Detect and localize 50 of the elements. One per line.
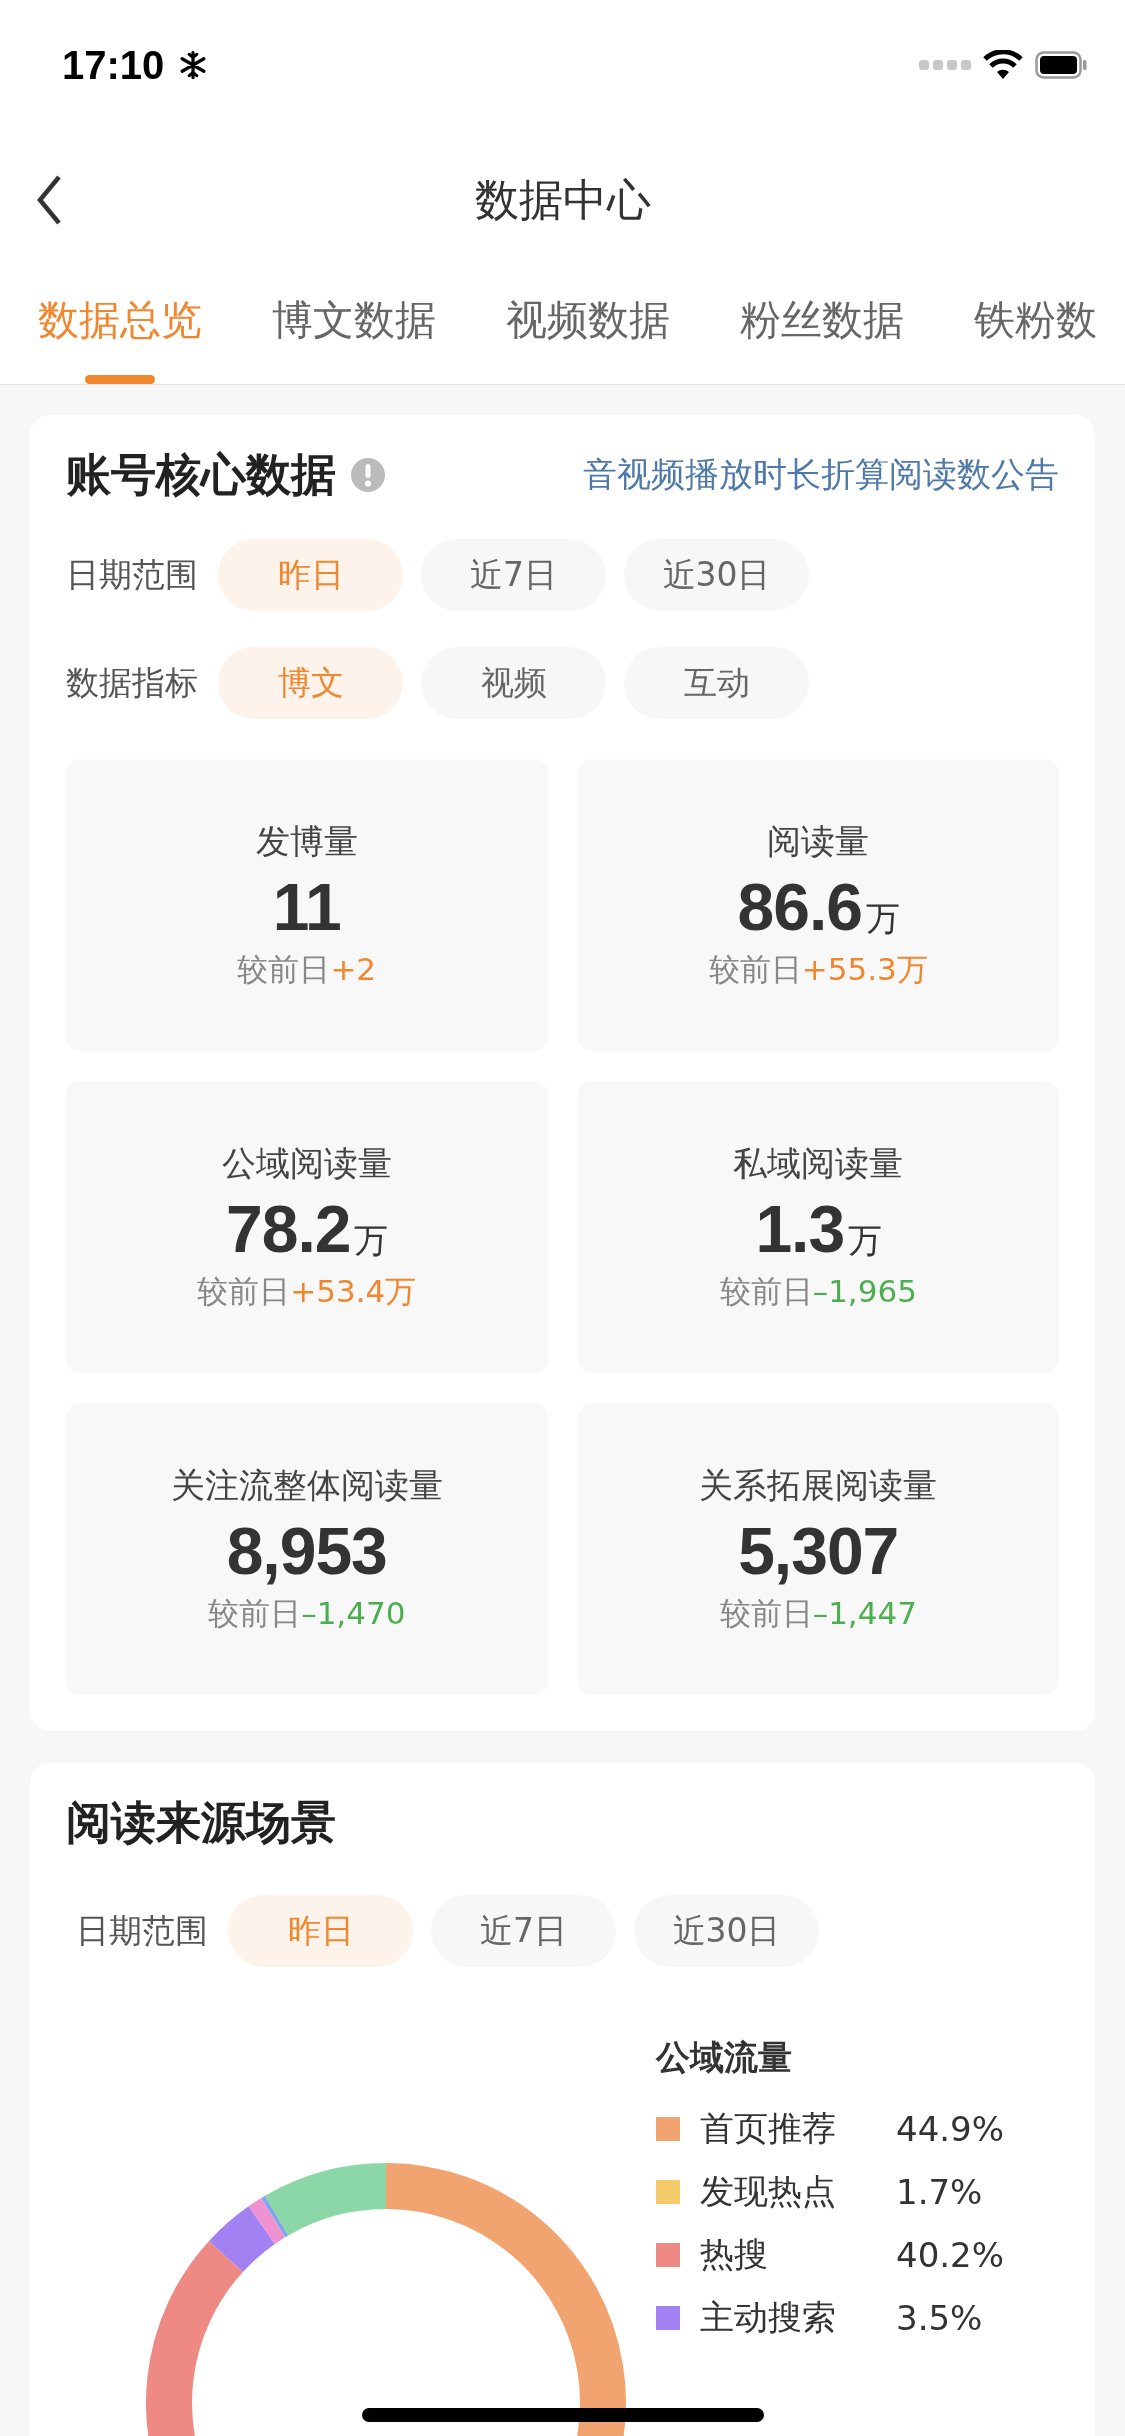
legend-value: 1.7% bbox=[896, 2171, 983, 2212]
metric-value: 78.2万 bbox=[226, 1191, 388, 1267]
filter-label: 数据指标 bbox=[66, 661, 198, 704]
filter-chip[interactable]: 互动 bbox=[624, 647, 809, 719]
legend-value: 3.5% bbox=[896, 2297, 983, 2338]
metric-value: 86.6万 bbox=[737, 869, 899, 945]
filter-chip[interactable]: 近30日 bbox=[634, 1895, 819, 1967]
tab[interactable]: 铁粉数 bbox=[974, 270, 1097, 384]
status-time: 17:10 bbox=[62, 42, 165, 88]
metric-change: 较前日+53.4万 bbox=[197, 1272, 417, 1311]
metric-change: 较前日–1,965 bbox=[719, 1272, 917, 1311]
filter-chip[interactable]: 视频 bbox=[421, 647, 606, 719]
wifi-icon bbox=[983, 50, 1023, 80]
metric-value: 11 bbox=[272, 869, 341, 945]
metric-label: 私域阅读量 bbox=[733, 1142, 904, 1185]
metric-label: 公域阅读量 bbox=[221, 1142, 392, 1185]
metric-change: 较前日+2 bbox=[237, 950, 377, 989]
legend-label: 首页推荐 bbox=[700, 2106, 837, 2150]
metric-label: 关注流整体阅读量 bbox=[170, 1464, 443, 1507]
notice-link[interactable]: 音视频播放时长折算阅读数公告 bbox=[583, 452, 1059, 498]
tab[interactable]: 博文数据 bbox=[272, 270, 436, 384]
metric-label: 关系拓展阅读量 bbox=[699, 1464, 938, 1507]
back-chevron-icon bbox=[36, 174, 62, 226]
tab[interactable]: 粉丝数据 bbox=[740, 270, 904, 384]
metric-change: 较前日–1,447 bbox=[719, 1594, 917, 1633]
legend-label: 主动搜索 bbox=[700, 2295, 837, 2339]
legend-title: 公域流量 bbox=[656, 2036, 793, 2079]
metric-value: 8,953 bbox=[226, 1513, 387, 1589]
filter-chip[interactable]: 近30日 bbox=[624, 539, 809, 611]
metric-value: 1.3万 bbox=[755, 1191, 882, 1267]
battery-icon bbox=[1035, 51, 1087, 79]
filter-label: 日期范围 bbox=[76, 1909, 208, 1952]
metric-label: 发博量 bbox=[255, 820, 358, 863]
legend-value: 40.2% bbox=[896, 2234, 1004, 2275]
page-title: 数据中心 bbox=[474, 172, 651, 227]
tab[interactable]: 视频数据 bbox=[506, 270, 670, 384]
card-title: 阅读来源场景 bbox=[66, 1795, 336, 1851]
legend-label: 发现热点 bbox=[700, 2169, 837, 2213]
metric-value: 5,307 bbox=[738, 1513, 899, 1589]
filter-chip[interactable]: 近7日 bbox=[421, 539, 606, 611]
filter-chip[interactable]: 近7日 bbox=[431, 1895, 616, 1967]
card-title: 账号核心数据 bbox=[66, 447, 336, 503]
metric-label: 阅读量 bbox=[767, 820, 870, 863]
info-icon bbox=[350, 457, 386, 493]
legend-value: 44.9% bbox=[896, 2108, 1004, 2149]
filter-label: 日期范围 bbox=[66, 553, 198, 596]
metric-change: 较前日+55.3万 bbox=[708, 950, 928, 989]
signal-icon bbox=[919, 60, 971, 70]
metric-change: 较前日–1,470 bbox=[208, 1594, 406, 1633]
legend-label: 热搜 bbox=[700, 2232, 769, 2276]
